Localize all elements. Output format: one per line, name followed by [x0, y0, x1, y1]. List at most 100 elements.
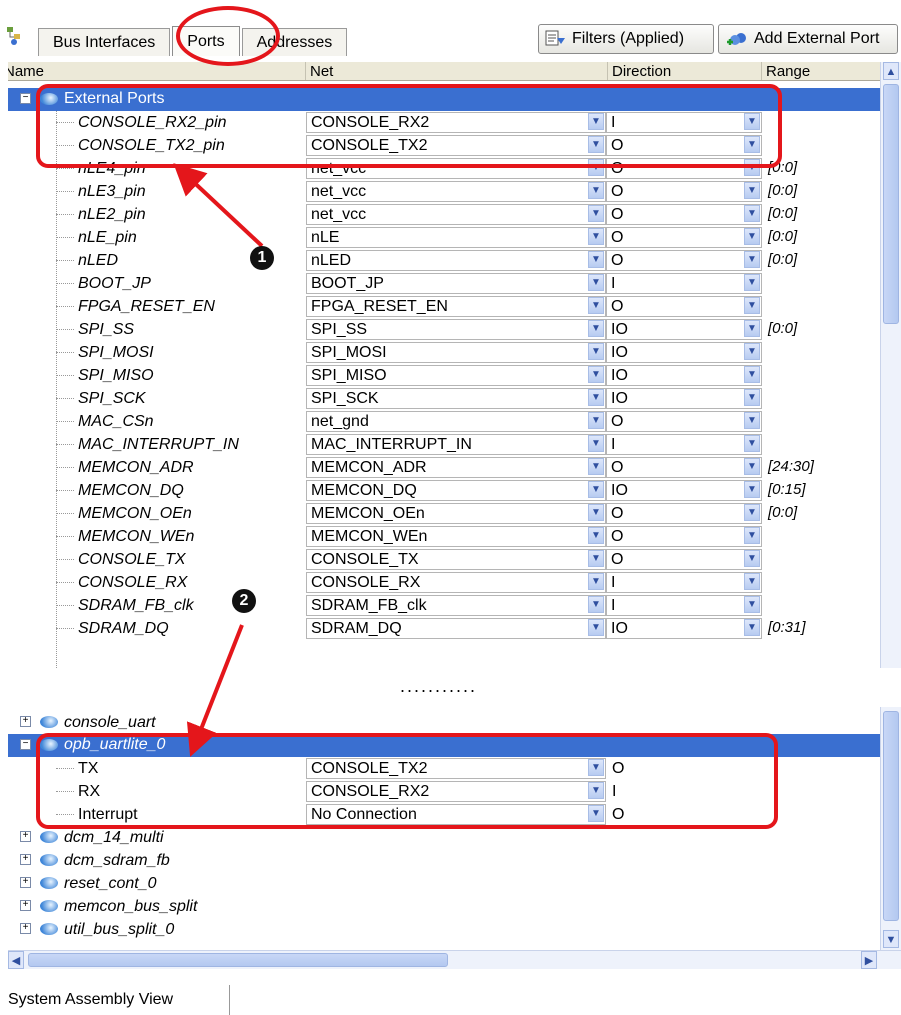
- port-row[interactable]: SPI_MISO SPI_MISO ▼ IO ▼: [8, 364, 881, 387]
- net-dropdown-icon[interactable]: ▼: [588, 366, 604, 383]
- direction-select[interactable]: O: [606, 549, 762, 570]
- net-select[interactable]: nLED: [306, 250, 606, 271]
- net-dropdown-icon[interactable]: ▼: [588, 481, 604, 498]
- direction-dropdown-icon[interactable]: ▼: [744, 297, 760, 314]
- net-select[interactable]: MAC_INTERRUPT_IN: [306, 434, 606, 455]
- net-dropdown-icon[interactable]: ▼: [588, 759, 604, 776]
- direction-select[interactable]: I: [606, 595, 762, 616]
- net-select[interactable]: CONSOLE_TX: [306, 549, 606, 570]
- direction-dropdown-icon[interactable]: ▼: [744, 320, 760, 337]
- direction-dropdown-icon[interactable]: ▼: [744, 481, 760, 498]
- direction-dropdown-icon[interactable]: ▼: [744, 343, 760, 360]
- port-row[interactable]: SPI_SCK SPI_SCK ▼ IO ▼: [8, 387, 881, 410]
- direction-select[interactable]: IO: [606, 365, 762, 386]
- net-select[interactable]: net_gnd: [306, 411, 606, 432]
- direction-select[interactable]: IO: [606, 618, 762, 639]
- hierarchy-icon[interactable]: [6, 26, 22, 46]
- net-dropdown-icon[interactable]: ▼: [588, 619, 604, 636]
- port-row[interactable]: CONSOLE_TX2_pin CONSOLE_TX2 ▼ O ▼: [8, 134, 881, 157]
- net-dropdown-icon[interactable]: ▼: [588, 596, 604, 613]
- direction-dropdown-icon[interactable]: ▼: [744, 619, 760, 636]
- port-row[interactable]: MAC_CSn net_gnd ▼ O ▼: [8, 410, 881, 433]
- direction-select[interactable]: IO: [606, 388, 762, 409]
- instances-scroll-thumb[interactable]: [883, 711, 899, 921]
- instance-row[interactable]: + memcon_bus_split: [8, 895, 881, 918]
- port-row[interactable]: nLE_pin nLE ▼ O ▼ [0:0]: [8, 226, 881, 249]
- net-select[interactable]: SPI_MISO: [306, 365, 606, 386]
- net-select[interactable]: FPGA_RESET_EN: [306, 296, 606, 317]
- expand-icon[interactable]: +: [20, 923, 31, 934]
- net-dropdown-icon[interactable]: ▼: [588, 113, 604, 130]
- net-dropdown-icon[interactable]: ▼: [588, 182, 604, 199]
- direction-select[interactable]: I: [606, 434, 762, 455]
- direction-select[interactable]: O: [606, 135, 762, 156]
- direction-select[interactable]: O: [606, 503, 762, 524]
- port-row[interactable]: nLE2_pin net_vcc ▼ O ▼ [0:0]: [8, 203, 881, 226]
- direction-dropdown-icon[interactable]: ▼: [744, 573, 760, 590]
- horizontal-scroll-thumb[interactable]: [28, 953, 448, 967]
- direction-select[interactable]: O: [606, 227, 762, 248]
- instances-vertical-scrollbar[interactable]: ▼: [880, 707, 901, 950]
- scroll-right-icon[interactable]: ▶: [861, 951, 877, 969]
- net-dropdown-icon[interactable]: ▼: [588, 228, 604, 245]
- direction-dropdown-icon[interactable]: ▼: [744, 274, 760, 291]
- direction-dropdown-icon[interactable]: ▼: [744, 228, 760, 245]
- expand-icon[interactable]: +: [20, 877, 31, 888]
- direction-select[interactable]: O: [606, 296, 762, 317]
- net-select[interactable]: SDRAM_FB_clk: [306, 595, 606, 616]
- direction-dropdown-icon[interactable]: ▼: [744, 435, 760, 452]
- instance-row[interactable]: + dcm_14_multi: [8, 826, 881, 849]
- port-row[interactable]: CONSOLE_RX2_pin CONSOLE_RX2 ▼ I ▼: [8, 111, 881, 134]
- port-row[interactable]: SDRAM_DQ SDRAM_DQ ▼ IO ▼ [0:31]: [8, 617, 881, 640]
- direction-select[interactable]: O: [606, 158, 762, 179]
- port-row[interactable]: FPGA_RESET_EN FPGA_RESET_EN ▼ O ▼: [8, 295, 881, 318]
- direction-select[interactable]: O: [606, 457, 762, 478]
- direction-dropdown-icon[interactable]: ▼: [744, 458, 760, 475]
- header-direction[interactable]: Direction: [608, 62, 762, 80]
- direction-dropdown-icon[interactable]: ▼: [744, 596, 760, 613]
- net-select[interactable]: CONSOLE_RX: [306, 572, 606, 593]
- net-dropdown-icon[interactable]: ▼: [588, 297, 604, 314]
- net-select[interactable]: CONSOLE_RX2: [306, 781, 606, 802]
- net-dropdown-icon[interactable]: ▼: [588, 527, 604, 544]
- horizontal-scrollbar[interactable]: ◀ ▶: [8, 950, 901, 969]
- tab-bus-interfaces[interactable]: Bus Interfaces: [38, 28, 171, 56]
- direction-select[interactable]: O: [606, 250, 762, 271]
- instance-port-row[interactable]: TX CONSOLE_TX2 ▼ O: [8, 757, 881, 780]
- port-row[interactable]: MEMCON_ADR MEMCON_ADR ▼ O ▼ [24:30]: [8, 456, 881, 479]
- instance-row[interactable]: + dcm_sdram_fb: [8, 849, 881, 872]
- scroll-down-icon[interactable]: ▼: [883, 930, 899, 948]
- direction-dropdown-icon[interactable]: ▼: [744, 182, 760, 199]
- port-row[interactable]: nLE3_pin net_vcc ▼ O ▼ [0:0]: [8, 180, 881, 203]
- selected-instance[interactable]: − opb_uartlite_0: [8, 734, 881, 757]
- expand-icon[interactable]: +: [20, 854, 31, 865]
- direction-dropdown-icon[interactable]: ▼: [744, 136, 760, 153]
- net-dropdown-icon[interactable]: ▼: [588, 274, 604, 291]
- header-name[interactable]: Name: [8, 62, 306, 80]
- net-dropdown-icon[interactable]: ▼: [588, 435, 604, 452]
- net-select[interactable]: SPI_SCK: [306, 388, 606, 409]
- direction-select[interactable]: IO: [606, 342, 762, 363]
- port-row[interactable]: nLED nLED ▼ O ▼ [0:0]: [8, 249, 881, 272]
- direction-select[interactable]: I: [606, 273, 762, 294]
- scroll-up-icon[interactable]: ▲: [883, 62, 899, 80]
- net-select[interactable]: SPI_MOSI: [306, 342, 606, 363]
- direction-dropdown-icon[interactable]: ▼: [744, 366, 760, 383]
- net-dropdown-icon[interactable]: ▼: [588, 136, 604, 153]
- port-row[interactable]: nLE4_pin net_vcc ▼ O ▼ [0:0]: [8, 157, 881, 180]
- direction-dropdown-icon[interactable]: ▼: [744, 412, 760, 429]
- port-row[interactable]: SDRAM_FB_clk SDRAM_FB_clk ▼ I ▼: [8, 594, 881, 617]
- net-dropdown-icon[interactable]: ▼: [588, 251, 604, 268]
- net-dropdown-icon[interactable]: ▼: [588, 159, 604, 176]
- net-dropdown-icon[interactable]: ▼: [588, 205, 604, 222]
- header-net[interactable]: Net: [306, 62, 608, 80]
- net-select[interactable]: BOOT_JP: [306, 273, 606, 294]
- port-row[interactable]: BOOT_JP BOOT_JP ▼ I ▼: [8, 272, 881, 295]
- port-row[interactable]: MEMCON_DQ MEMCON_DQ ▼ IO ▼ [0:15]: [8, 479, 881, 502]
- instance-row[interactable]: + util_bus_split_0: [8, 918, 881, 941]
- direction-select[interactable]: O: [606, 526, 762, 547]
- tab-ports[interactable]: Ports: [172, 26, 240, 56]
- net-dropdown-icon[interactable]: ▼: [588, 573, 604, 590]
- direction-select[interactable]: O: [606, 204, 762, 225]
- net-select[interactable]: nLE: [306, 227, 606, 248]
